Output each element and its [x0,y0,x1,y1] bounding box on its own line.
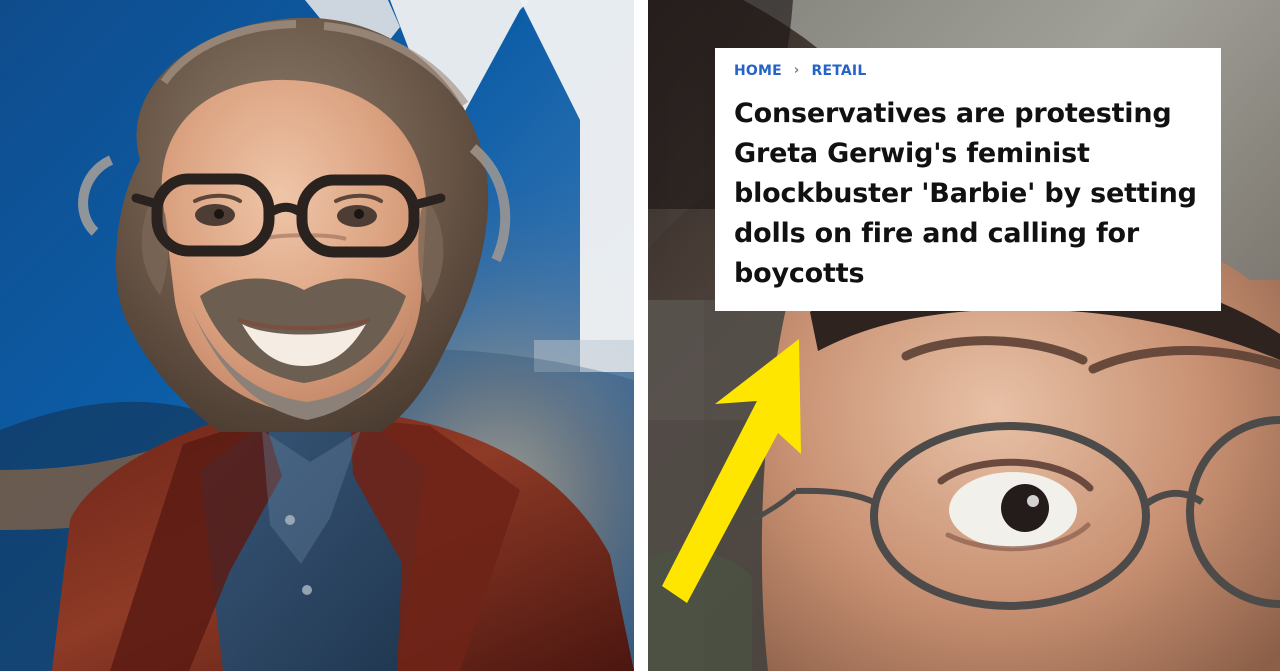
breadcrumb-retail-link[interactable]: RETAIL [811,64,866,78]
portrait-photo [0,0,634,671]
breadcrumb: HOME › RETAIL [734,62,1203,79]
breadcrumb-home-link[interactable]: HOME [734,64,782,78]
chevron-right-icon: › [793,62,800,78]
panel-divider [634,0,648,671]
portrait-photo-panel [0,0,634,671]
article-headline: Conservatives are protesting Greta Gerwi… [734,98,1197,289]
image-frame: HOME › RETAIL Conservatives are protesti… [0,0,1280,671]
article-headline-card: HOME › RETAIL Conservatives are protesti… [715,48,1221,311]
